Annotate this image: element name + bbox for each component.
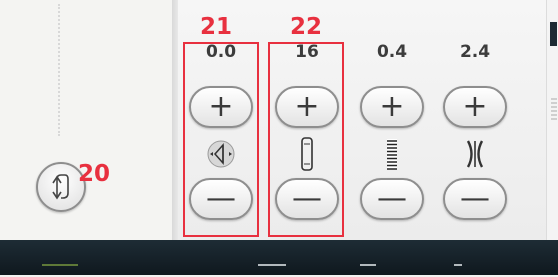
edge-marker [550, 22, 557, 46]
thread-tension-value: 2.4 [459, 42, 491, 62]
minus-icon: — [377, 181, 407, 216]
thread-tension-plus-button[interactable]: + [443, 86, 507, 128]
toolbar-item-3[interactable] [360, 264, 376, 277]
left-panel [0, 0, 176, 240]
minus-icon: — [460, 181, 490, 216]
cycle-icon [52, 174, 69, 200]
stitch-density-plus-button[interactable]: + [360, 86, 424, 128]
stitch-preview-line [58, 4, 60, 136]
tension-icon [460, 134, 490, 174]
annotation-box-21 [183, 42, 259, 237]
annotation-box-22 [268, 42, 344, 237]
annotation-label-20: 20 [78, 161, 111, 187]
stitch-density-control: 0.4 + — [355, 0, 429, 240]
scroll-grip[interactable] [551, 98, 557, 122]
annotation-label-22: 22 [290, 14, 323, 40]
right-edge-panel [546, 0, 558, 240]
plus-icon: + [379, 89, 405, 124]
stitch-density-minus-button[interactable]: — [360, 178, 424, 220]
toolbar-item-1[interactable] [42, 264, 78, 277]
stitch-density-value: 0.4 [376, 42, 408, 62]
thread-tension-control: 2.4 + — [438, 0, 512, 240]
annotation-label-21: 21 [200, 14, 233, 40]
toolbar-item-2[interactable] [258, 264, 286, 277]
toolbar-item-4[interactable] [454, 264, 462, 277]
stitch-density-icon [377, 134, 407, 174]
bottom-toolbar [0, 240, 558, 275]
plus-icon: + [462, 89, 488, 124]
thread-tension-minus-button[interactable]: — [443, 178, 507, 220]
